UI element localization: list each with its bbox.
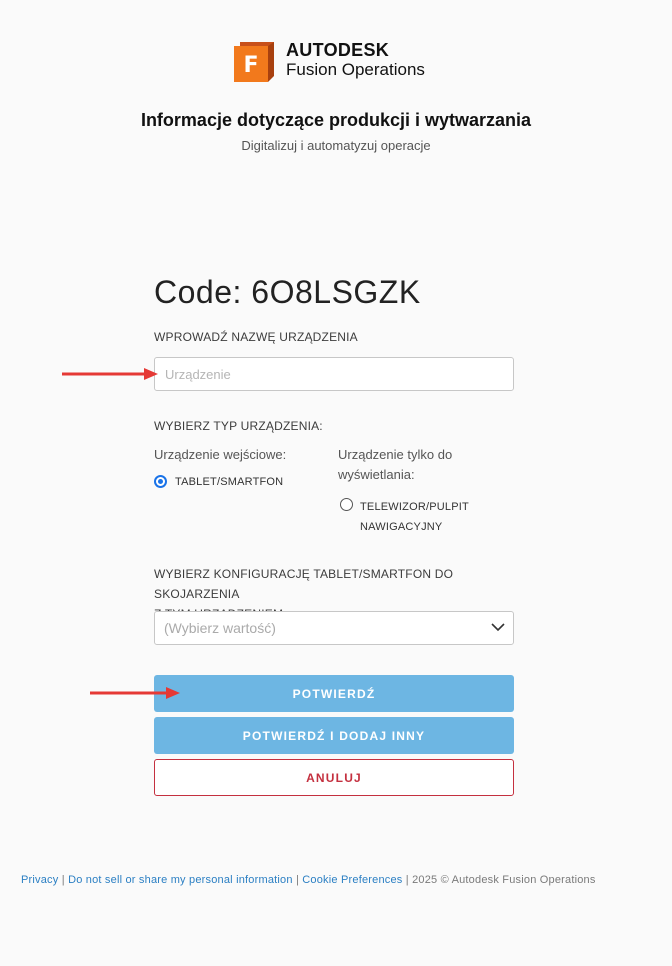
confirm-and-add-button[interactable]: POTWIERDŹ I DODAJ INNY [154,717,514,754]
annotation-arrow-icon [90,687,180,699]
config-label-line-1: WYBIERZ KONFIGURACJĘ TABLET/SMARTFON DO … [154,567,454,601]
device-type-label: WYBIERZ TYP URZĄDZENIA: [154,419,323,433]
privacy-link[interactable]: Privacy [21,874,58,886]
brand-name: AUTODESK [286,40,390,60]
radio-checked-icon[interactable] [154,475,167,488]
input-device-label: Urządzenie wejściowe: [154,447,287,462]
footer-separator: | [405,874,409,886]
config-select-placeholder: (Wybierz wartość) [164,620,276,636]
radio-tv-label-1: TELEWIZOR/PULPIT [360,501,469,513]
annotation-arrow-icon [62,368,158,380]
confirm-button[interactable]: POTWIERDŹ [154,675,514,712]
device-name-input[interactable] [154,357,514,391]
copyright: 2025 © Autodesk Fusion Operations [412,874,596,886]
cookie-preferences-link[interactable]: Cookie Preferences [302,874,402,886]
footer-separator: | [61,874,65,886]
radio-unchecked-icon[interactable] [340,498,353,511]
chevron-down-icon [491,623,505,632]
footer: Privacy | Do not sell or share my person… [21,874,596,886]
radio-tv-dashboard[interactable]: TELEWIZOR/PULPIT NAWIGACYJNY [338,493,469,533]
input-device-group: Urządzenie wejściowe: TABLET/SMARTFON [154,445,286,488]
cancel-button[interactable]: ANULUJ [154,759,514,796]
product-name: Fusion Operations [286,60,425,79]
fusion-logo-icon: F [234,42,274,82]
page-subtitle: Digitalizuj i automatyzuj operacje [241,138,431,153]
config-select[interactable]: (Wybierz wartość) [154,611,514,645]
autodesk-logo: F AUTODESK Fusion Operations [234,40,444,82]
radio-tablet-smartphone[interactable]: TABLET/SMARTFON [154,475,286,488]
radio-tablet-label: TABLET/SMARTFON [175,475,284,488]
do-not-sell-link[interactable]: Do not sell or share my personal informa… [68,874,293,886]
display-device-label-2: wyświetlania: [338,467,415,482]
display-device-label-1: Urządzenie tylko do [338,447,453,462]
display-device-group: Urządzenie tylko do wyświetlania: TELEWI… [338,445,469,533]
footer-separator: | [295,874,300,886]
pairing-code: Code: 6O8LSGZK [154,274,421,310]
radio-tv-label-2: NAWIGACYJNY [360,521,443,533]
device-name-label: WPROWADŹ NAZWĘ URZĄDZENIA [154,330,358,344]
page-title: Informacje dotyczące produkcji i wytwarz… [140,110,532,130]
svg-text:F: F [243,53,258,78]
